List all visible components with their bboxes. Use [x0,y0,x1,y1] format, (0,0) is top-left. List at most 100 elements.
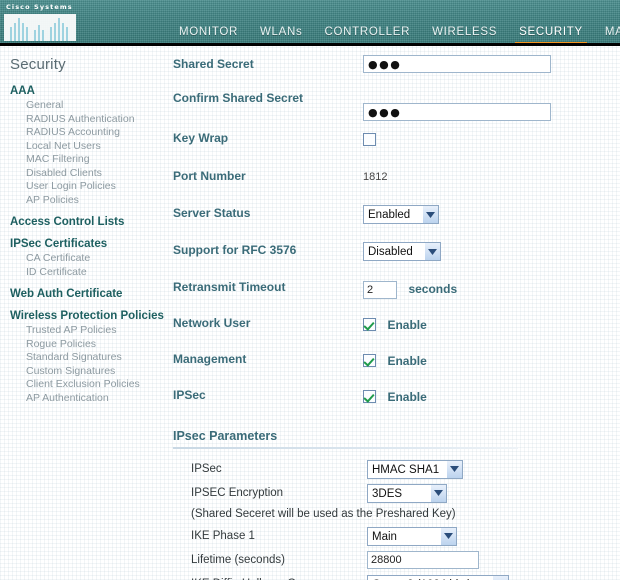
field-row-key-wrap: Key Wrap [173,128,620,162]
sidebar-group-access-control-lists[interactable]: Access Control Lists [10,216,165,229]
sidebar-item-client-exclusion-policies[interactable]: Client Exclusion Policies [26,378,165,392]
server-status-selected-value: Enabled [368,209,411,221]
rfc3576-selected-value: Disabled [368,246,413,258]
ipsec-parameters-heading: IPsec Parameters [173,429,278,443]
dh-group-selected-value: Group 2 (1024 bits) [368,576,492,580]
ipsec-hmac-select[interactable]: HMAC SHA1 [367,459,463,479]
ipsec-param-row-ike-phase1: IKE Phase 1 Main [191,524,620,548]
sidebar-item-radius-authentication[interactable]: RADIUS Authentication [26,113,165,127]
sidebar-group-aaa[interactable]: AAA [10,85,165,98]
field-row-shared-secret: Shared Secret ●●● [173,54,620,88]
ipsec-encryption-selected-value: 3DES [372,487,403,500]
sidebar-item-ap-policies[interactable]: AP Policies [26,194,165,208]
chevron-down-icon [446,460,462,478]
field-row-port-number: Port Number 1812 [173,166,620,200]
ipsec-parameters-panel: IPSec HMAC SHA1 IPSEC Encryption 3DES (S… [173,457,620,580]
network-user-enable-label: Enable [387,317,427,332]
port-number-value: 1812 [363,171,388,183]
field-row-confirm-shared-secret: Confirm Shared Secret ●●● [173,88,620,122]
sidebar-item-rogue-policies[interactable]: Rogue Policies [26,338,165,352]
sidebar-group-ipsec-certificates[interactable]: IPSec Certificates [10,238,165,251]
preshared-key-note: (Shared Seceret will be used as the Pres… [191,508,456,520]
management-checkbox[interactable] [363,354,376,368]
page-header: Cisco Systems MONITOR WLANs CONTROLLER W… [0,0,620,46]
cisco-logo[interactable]: Cisco Systems [4,3,78,41]
sidebar-item-local-net-users[interactable]: Local Net Users [26,140,165,154]
nav-item-wireless[interactable]: WIRELESS [421,26,508,43]
chevron-down-icon [422,206,438,223]
nav-item-monitor[interactable]: MONITOR [168,26,249,43]
field-row-ipsec: IPSec Enable [173,385,620,419]
ipsec-param-ipsec-label: IPSec [191,463,222,475]
ike-phase1-select[interactable]: Main [367,526,457,546]
retransmit-timeout-units: seconds [408,281,458,296]
sidebar-item-user-login-policies[interactable]: User Login Policies [26,180,165,194]
sidebar-item-standard-signatures[interactable]: Standard Signatures [26,351,165,365]
ipsec-hmac-selected-value: HMAC SHA1 [372,463,440,476]
ipsec-enable-label: Enable [387,389,427,404]
ike-phase1-selected-value: Main [372,530,397,543]
nav-item-wlans[interactable]: WLANs [249,26,313,43]
radius-server-form: Shared Secret ●●● Confirm Shared Secret … [165,46,620,580]
sidebar-item-ca-certificate[interactable]: CA Certificate [26,252,165,266]
key-wrap-label: Key Wrap [173,131,229,145]
nav-item-management[interactable]: MANAGEMEN [594,26,620,43]
ipsec-checkbox[interactable] [363,390,376,404]
key-wrap-checkbox[interactable] [363,133,376,147]
lifetime-input[interactable] [367,551,479,569]
retransmit-timeout-input[interactable] [363,281,397,299]
section-divider [173,447,518,449]
ike-phase1-label: IKE Phase 1 [191,530,255,542]
ipsec-param-row-dh-group: IKE Diffie Hellman Group Group 2 (1024 b… [191,572,620,580]
server-status-select[interactable]: Enabled [363,205,439,224]
lifetime-label: Lifetime (seconds) [191,554,285,566]
network-user-label: Network User [173,316,251,330]
chevron-down-icon [440,527,456,545]
ipsec-param-row-lifetime: Lifetime (seconds) [191,548,620,572]
sidebar-item-radius-accounting[interactable]: RADIUS Accounting [26,126,165,140]
ipsec-label: IPSec [173,388,206,402]
nav-item-security[interactable]: SECURITY [508,26,594,43]
server-status-label: Server Status [173,206,251,220]
main-navigation: MONITOR WLANs CONTROLLER WIRELESS SECURI… [168,0,620,43]
sidebar-item-id-certificate[interactable]: ID Certificate [26,266,165,280]
sidebar-item-ap-authentication[interactable]: AP Authentication [26,392,165,406]
confirm-shared-secret-input[interactable]: ●●● [363,103,551,121]
sidebar-title: Security [10,56,66,73]
ipsec-encryption-label: IPSEC Encryption [191,487,284,499]
field-row-server-status: Server Status Enabled [173,203,620,237]
chevron-down-icon [424,243,440,260]
sidebar-group-web-auth-certificate[interactable]: Web Auth Certificate [10,288,165,301]
wlc-security-page: Cisco Systems MONITOR WLANs CONTROLLER W… [0,0,620,580]
management-enable-label: Enable [387,353,427,368]
sidebar-item-custom-signatures[interactable]: Custom Signatures [26,365,165,379]
shared-secret-label: Shared Secret [173,57,254,71]
sidebar-item-disabled-clients[interactable]: Disabled Clients [26,167,165,181]
field-row-network-user: Network User Enable [173,313,620,347]
rfc3576-label: Support for RFC 3576 [173,243,297,257]
confirm-shared-secret-label: Confirm Shared Secret [173,91,304,105]
port-number-label: Port Number [173,169,246,183]
management-label: Management [173,352,247,366]
cisco-logo-text: Cisco Systems [6,3,73,11]
field-row-rfc3576: Support for RFC 3576 Disabled [173,240,620,274]
network-user-checkbox[interactable] [363,318,376,332]
field-row-retransmit-timeout: Retransmit Timeout seconds [173,277,620,311]
ipsec-encryption-select[interactable]: 3DES [367,483,447,503]
chevron-down-icon [492,575,508,580]
shared-secret-input[interactable]: ●●● [363,55,551,73]
security-sidebar: Security AAA General RADIUS Authenticati… [0,46,165,580]
ipsec-param-row-encryption: IPSEC Encryption 3DES [191,481,620,505]
chevron-down-icon [430,484,446,502]
rfc3576-select[interactable]: Disabled [363,242,441,261]
sidebar-group-wireless-protection-policies[interactable]: Wireless Protection Policies [10,310,165,323]
ipsec-param-row-ipsec: IPSec HMAC SHA1 [191,457,620,481]
sidebar-item-trusted-ap-policies[interactable]: Trusted AP Policies [26,324,165,338]
field-row-management: Management Enable [173,349,620,383]
sidebar-item-general[interactable]: General [26,99,165,113]
sidebar-item-mac-filtering[interactable]: MAC Filtering [26,153,165,167]
cisco-bridge-logo-icon [4,14,76,41]
nav-item-controller[interactable]: CONTROLLER [313,26,421,43]
dh-group-select[interactable]: Group 2 (1024 bits) [367,574,509,580]
retransmit-timeout-label: Retransmit Timeout [173,280,286,294]
